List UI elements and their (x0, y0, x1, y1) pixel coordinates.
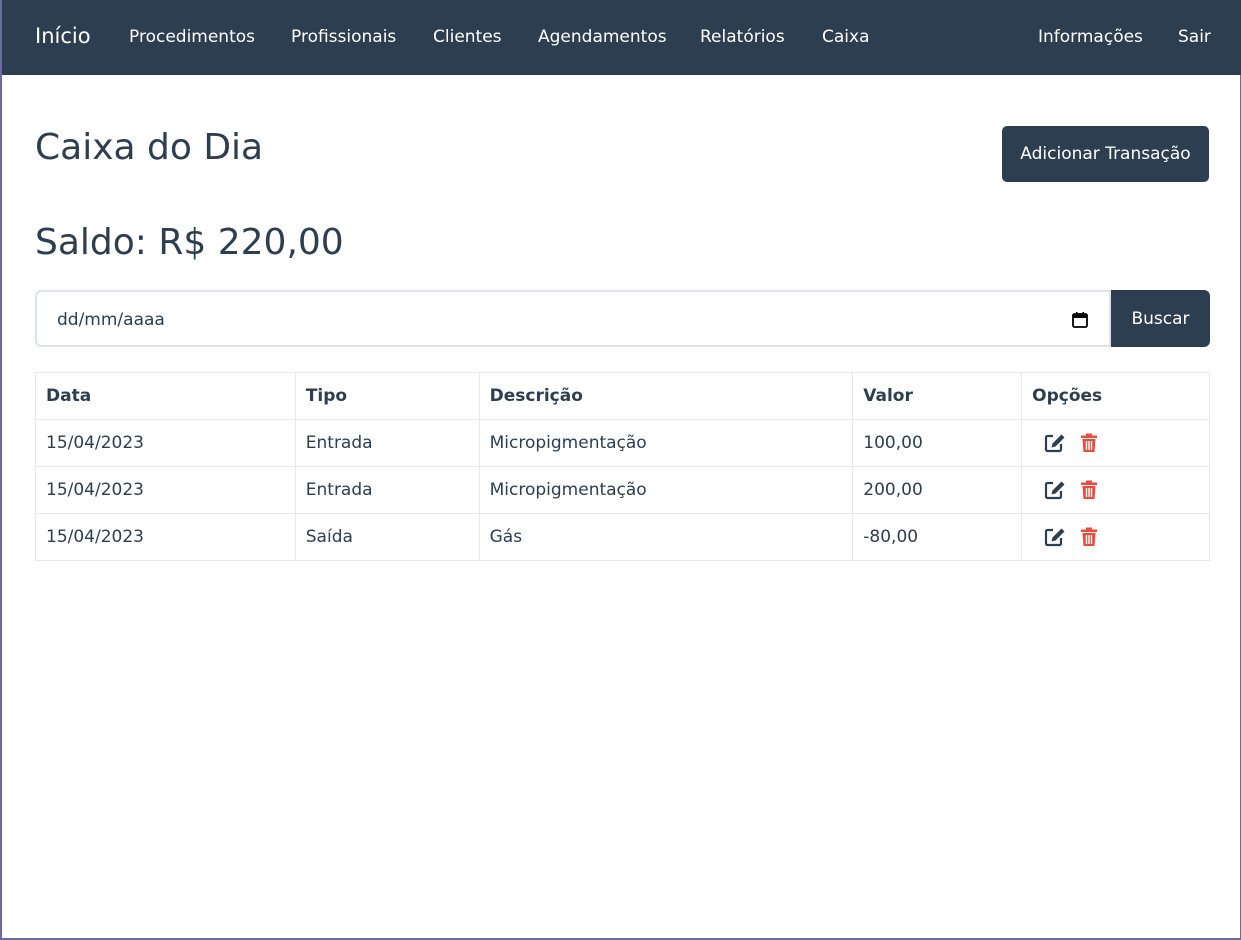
cell-valor: -80,00 (852, 513, 1023, 561)
balance-display: Saldo: R$ 220,00 (35, 222, 344, 263)
cell-tipo: Entrada (294, 466, 480, 514)
table-row: 15/04/2023 Entrada Micropigmentação 100,… (35, 419, 1210, 467)
cell-valor: 200,00 (852, 466, 1023, 514)
cell-descricao: Micropigmentação (478, 466, 854, 514)
trash-icon[interactable] (1078, 432, 1100, 454)
nav-link-sair[interactable]: Sair (1178, 26, 1211, 48)
header-valor: Valor (852, 372, 1023, 420)
edit-icon[interactable] (1044, 432, 1066, 454)
add-transaction-button[interactable]: Adicionar Transação (1002, 126, 1209, 182)
header-opcoes: Opções (1021, 372, 1210, 420)
cell-opcoes (1021, 419, 1210, 467)
header-tipo: Tipo (294, 372, 480, 420)
nav-brand-inicio[interactable]: Início (35, 23, 91, 49)
nav-link-informacoes[interactable]: Informações (1038, 26, 1143, 48)
cell-opcoes (1021, 513, 1210, 561)
nav-link-profissionais[interactable]: Profissionais (291, 26, 396, 48)
cell-data: 15/04/2023 (35, 466, 296, 514)
cell-data: 15/04/2023 (35, 513, 296, 561)
nav-link-relatorios[interactable]: Relatórios (700, 26, 785, 48)
trash-icon[interactable] (1078, 526, 1100, 548)
nav-link-agendamentos[interactable]: Agendamentos (538, 26, 667, 48)
header-descricao: Descrição (478, 372, 854, 420)
nav-link-clientes[interactable]: Clientes (433, 26, 502, 48)
search-button[interactable]: Buscar (1111, 290, 1210, 347)
table-row: 15/04/2023 Saída Gás -80,00 (35, 513, 1210, 561)
table-header-row: Data Tipo Descrição Valor Opções (35, 372, 1210, 420)
header-data: Data (35, 372, 296, 420)
date-input-placeholder: dd/mm/aaaa (57, 310, 165, 330)
calendar-icon[interactable] (1071, 311, 1089, 329)
nav-link-procedimentos[interactable]: Procedimentos (129, 26, 255, 48)
transactions-table: Data Tipo Descrição Valor Opções 15/04/2… (35, 372, 1210, 561)
cell-valor: 100,00 (852, 419, 1023, 467)
cell-tipo: Entrada (294, 419, 480, 467)
cell-data: 15/04/2023 (35, 419, 296, 467)
edit-icon[interactable] (1044, 479, 1066, 501)
table-row: 15/04/2023 Entrada Micropigmentação 200,… (35, 466, 1210, 514)
date-input[interactable]: dd/mm/aaaa (35, 290, 1111, 347)
nav-link-caixa[interactable]: Caixa (822, 26, 870, 48)
page-title: Caixa do Dia (35, 127, 264, 168)
cell-descricao: Micropigmentação (478, 419, 854, 467)
edit-icon[interactable] (1044, 526, 1066, 548)
trash-icon[interactable] (1078, 479, 1100, 501)
cell-descricao: Gás (478, 513, 854, 561)
cell-opcoes (1021, 466, 1210, 514)
cell-tipo: Saída (294, 513, 480, 561)
top-navbar: Início Procedimentos Profissionais Clien… (2, 0, 1241, 75)
